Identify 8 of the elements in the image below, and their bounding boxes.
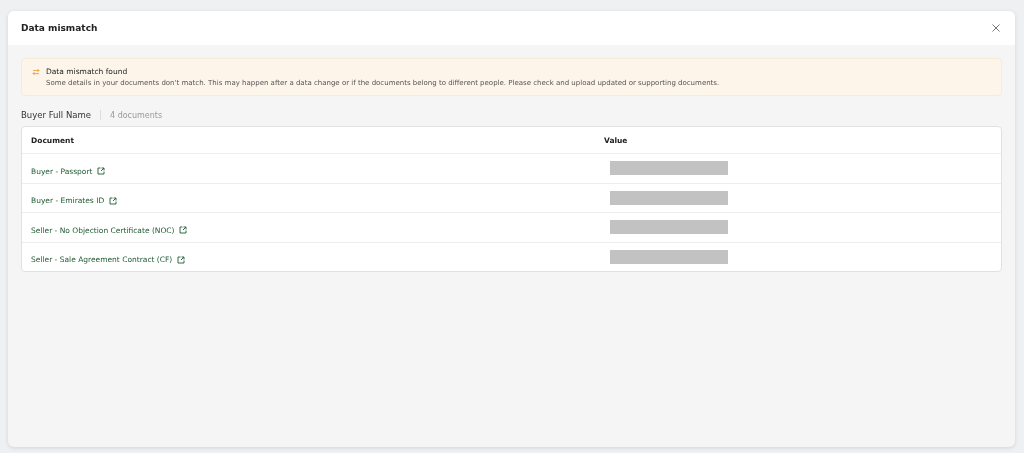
external-link-icon: [179, 226, 188, 235]
document-count: 4 documents: [110, 110, 163, 120]
swap-arrows-icon: [32, 68, 40, 76]
external-link-icon: [97, 167, 106, 176]
section-title: Buyer Full Name: [21, 110, 91, 120]
external-link-icon: [177, 255, 186, 264]
dialog-title: Data mismatch: [21, 23, 98, 33]
external-link-icon: [109, 196, 118, 205]
